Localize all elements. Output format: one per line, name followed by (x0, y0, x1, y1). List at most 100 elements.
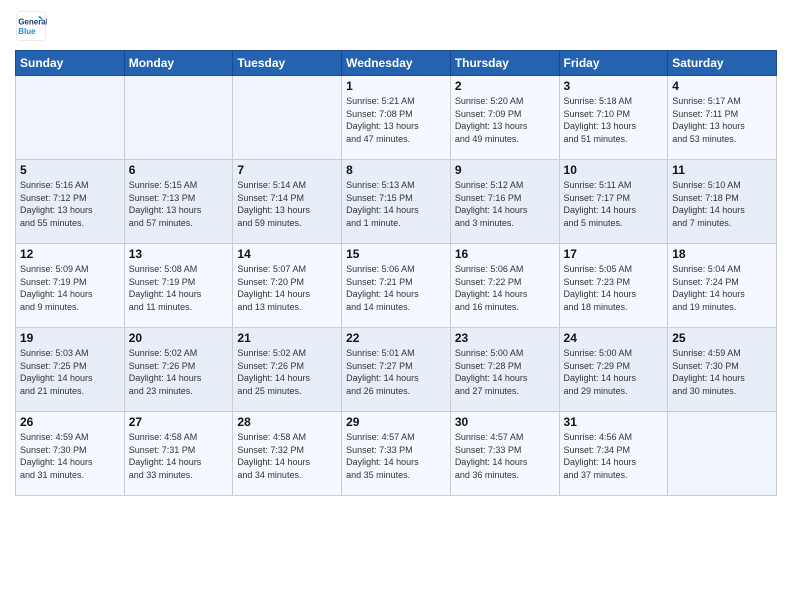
day-number: 27 (129, 415, 229, 429)
day-info: Sunrise: 4:58 AM Sunset: 7:32 PM Dayligh… (237, 431, 337, 481)
calendar-cell: 17 Sunrise: 5:05 AM Sunset: 7:23 PM Dayli… (559, 244, 668, 328)
day-info: Sunrise: 4:59 AM Sunset: 7:30 PM Dayligh… (20, 431, 120, 481)
calendar-cell: 19Sunrise: 5:03 AM Sunset: 7:25 PM Dayli… (16, 328, 125, 412)
day-info: Sunrise: 5:15 AM Sunset: 7:13 PM Dayligh… (129, 179, 229, 229)
day-number: 18 (672, 247, 772, 261)
day-info: Sunrise: 5:18 AM Sunset: 7:10 PM Dayligh… (564, 95, 664, 145)
day-info: Sunrise: 5:13 AM Sunset: 7:15 PM Dayligh… (346, 179, 446, 229)
day-number: 11 (672, 163, 772, 177)
calendar-cell: 4 Sunrise: 5:17 AM Sunset: 7:11 PM Daylig… (668, 76, 777, 160)
day-info: Sunrise: 5:20 AM Sunset: 7:09 PM Dayligh… (455, 95, 555, 145)
week-row-0: 1 Sunrise: 5:21 AM Sunset: 7:08 PM Daylig… (16, 76, 777, 160)
day-number: 24 (564, 331, 664, 345)
calendar-cell: 20Sunrise: 5:02 AM Sunset: 7:26 PM Dayli… (124, 328, 233, 412)
day-info: Sunrise: 5:05 AM Sunset: 7:23 PM Dayligh… (564, 263, 664, 313)
header-day-wednesday: Wednesday (342, 51, 451, 76)
day-number: 16 (455, 247, 555, 261)
logo-icon: General Blue (15, 10, 47, 42)
calendar-cell: 21 Sunrise: 5:02 AM Sunset: 7:26 PM Dayli… (233, 328, 342, 412)
day-info: Sunrise: 4:57 AM Sunset: 7:33 PM Dayligh… (455, 431, 555, 481)
day-number: 20 (129, 331, 229, 345)
header-day-tuesday: Tuesday (233, 51, 342, 76)
day-number: 28 (237, 415, 337, 429)
calendar-table: SundayMondayTuesdayWednesdayThursdayFrid… (15, 50, 777, 496)
calendar-cell: 11 Sunrise: 5:10 AM Sunset: 7:18 PM Dayli… (668, 160, 777, 244)
day-info: Sunrise: 4:58 AM Sunset: 7:31 PM Dayligh… (129, 431, 229, 481)
calendar-cell: 1 Sunrise: 5:21 AM Sunset: 7:08 PM Daylig… (342, 76, 451, 160)
calendar-cell: 5 Sunrise: 5:16 AM Sunset: 7:12 PM Daylig… (16, 160, 125, 244)
day-info: Sunrise: 5:06 AM Sunset: 7:21 PM Dayligh… (346, 263, 446, 313)
svg-text:General: General (18, 17, 47, 26)
day-info: Sunrise: 5:10 AM Sunset: 7:18 PM Dayligh… (672, 179, 772, 229)
day-number: 3 (564, 79, 664, 93)
day-number: 8 (346, 163, 446, 177)
week-row-2: 12 Sunrise: 5:09 AM Sunset: 7:19 PM Dayli… (16, 244, 777, 328)
header-day-sunday: Sunday (16, 51, 125, 76)
calendar-header: SundayMondayTuesdayWednesdayThursdayFrid… (16, 51, 777, 76)
header: General Blue (15, 10, 777, 42)
day-info: Sunrise: 5:16 AM Sunset: 7:12 PM Dayligh… (20, 179, 120, 229)
day-number: 25 (672, 331, 772, 345)
day-number: 14 (237, 247, 337, 261)
header-day-saturday: Saturday (668, 51, 777, 76)
day-number: 17 (564, 247, 664, 261)
calendar-cell: 30Sunrise: 4:57 AM Sunset: 7:33 PM Dayli… (450, 412, 559, 496)
calendar-cell: 9 Sunrise: 5:12 AM Sunset: 7:16 PM Daylig… (450, 160, 559, 244)
day-info: Sunrise: 5:11 AM Sunset: 7:17 PM Dayligh… (564, 179, 664, 229)
day-number: 5 (20, 163, 120, 177)
calendar-cell: 3 Sunrise: 5:18 AM Sunset: 7:10 PM Daylig… (559, 76, 668, 160)
day-number: 12 (20, 247, 120, 261)
day-info: Sunrise: 5:12 AM Sunset: 7:16 PM Dayligh… (455, 179, 555, 229)
day-info: Sunrise: 5:08 AM Sunset: 7:19 PM Dayligh… (129, 263, 229, 313)
calendar-cell: 13 Sunrise: 5:08 AM Sunset: 7:19 PM Dayli… (124, 244, 233, 328)
day-number: 2 (455, 79, 555, 93)
day-info: Sunrise: 5:01 AM Sunset: 7:27 PM Dayligh… (346, 347, 446, 397)
day-number: 22 (346, 331, 446, 345)
day-number: 9 (455, 163, 555, 177)
week-row-4: 26Sunrise: 4:59 AM Sunset: 7:30 PM Dayli… (16, 412, 777, 496)
day-number: 31 (564, 415, 664, 429)
calendar-cell (124, 76, 233, 160)
calendar-cell: 8 Sunrise: 5:13 AM Sunset: 7:15 PM Daylig… (342, 160, 451, 244)
day-info: Sunrise: 5:21 AM Sunset: 7:08 PM Dayligh… (346, 95, 446, 145)
calendar-cell: 2 Sunrise: 5:20 AM Sunset: 7:09 PM Daylig… (450, 76, 559, 160)
calendar-cell (668, 412, 777, 496)
calendar-cell: 26Sunrise: 4:59 AM Sunset: 7:30 PM Dayli… (16, 412, 125, 496)
day-number: 15 (346, 247, 446, 261)
calendar-cell: 6 Sunrise: 5:15 AM Sunset: 7:13 PM Daylig… (124, 160, 233, 244)
day-info: Sunrise: 5:14 AM Sunset: 7:14 PM Dayligh… (237, 179, 337, 229)
day-info: Sunrise: 5:00 AM Sunset: 7:29 PM Dayligh… (564, 347, 664, 397)
day-info: Sunrise: 5:02 AM Sunset: 7:26 PM Dayligh… (237, 347, 337, 397)
calendar-cell: 24 Sunrise: 5:00 AM Sunset: 7:29 PM Dayli… (559, 328, 668, 412)
day-number: 29 (346, 415, 446, 429)
calendar-cell: 7Sunrise: 5:14 AM Sunset: 7:14 PM Daylig… (233, 160, 342, 244)
day-number: 4 (672, 79, 772, 93)
calendar-cell: 22 Sunrise: 5:01 AM Sunset: 7:27 PM Dayli… (342, 328, 451, 412)
day-number: 1 (346, 79, 446, 93)
day-number: 23 (455, 331, 555, 345)
day-info: Sunrise: 5:04 AM Sunset: 7:24 PM Dayligh… (672, 263, 772, 313)
day-info: Sunrise: 5:07 AM Sunset: 7:20 PM Dayligh… (237, 263, 337, 313)
day-info: Sunrise: 4:56 AM Sunset: 7:34 PM Dayligh… (564, 431, 664, 481)
day-info: Sunrise: 5:03 AM Sunset: 7:25 PM Dayligh… (20, 347, 120, 397)
calendar-cell: 16 Sunrise: 5:06 AM Sunset: 7:22 PM Dayli… (450, 244, 559, 328)
day-info: Sunrise: 5:06 AM Sunset: 7:22 PM Dayligh… (455, 263, 555, 313)
calendar-cell: 25Sunrise: 4:59 AM Sunset: 7:30 PM Dayli… (668, 328, 777, 412)
header-day-monday: Monday (124, 51, 233, 76)
day-info: Sunrise: 5:09 AM Sunset: 7:19 PM Dayligh… (20, 263, 120, 313)
calendar-cell: 12 Sunrise: 5:09 AM Sunset: 7:19 PM Dayli… (16, 244, 125, 328)
day-info: Sunrise: 5:00 AM Sunset: 7:28 PM Dayligh… (455, 347, 555, 397)
calendar-cell: 31 Sunrise: 4:56 AM Sunset: 7:34 PM Dayli… (559, 412, 668, 496)
calendar-cell (233, 76, 342, 160)
day-number: 21 (237, 331, 337, 345)
day-number: 6 (129, 163, 229, 177)
calendar-cell: 27 Sunrise: 4:58 AM Sunset: 7:31 PM Dayli… (124, 412, 233, 496)
day-number: 13 (129, 247, 229, 261)
logo: General Blue (15, 10, 51, 42)
calendar-cell: 10Sunrise: 5:11 AM Sunset: 7:17 PM Dayli… (559, 160, 668, 244)
calendar-cell: 28 Sunrise: 4:58 AM Sunset: 7:32 PM Dayli… (233, 412, 342, 496)
calendar-cell: 29Sunrise: 4:57 AM Sunset: 7:33 PM Dayli… (342, 412, 451, 496)
day-info: Sunrise: 5:17 AM Sunset: 7:11 PM Dayligh… (672, 95, 772, 145)
svg-text:Blue: Blue (18, 27, 36, 36)
calendar-cell: 18 Sunrise: 5:04 AM Sunset: 7:24 PM Dayli… (668, 244, 777, 328)
